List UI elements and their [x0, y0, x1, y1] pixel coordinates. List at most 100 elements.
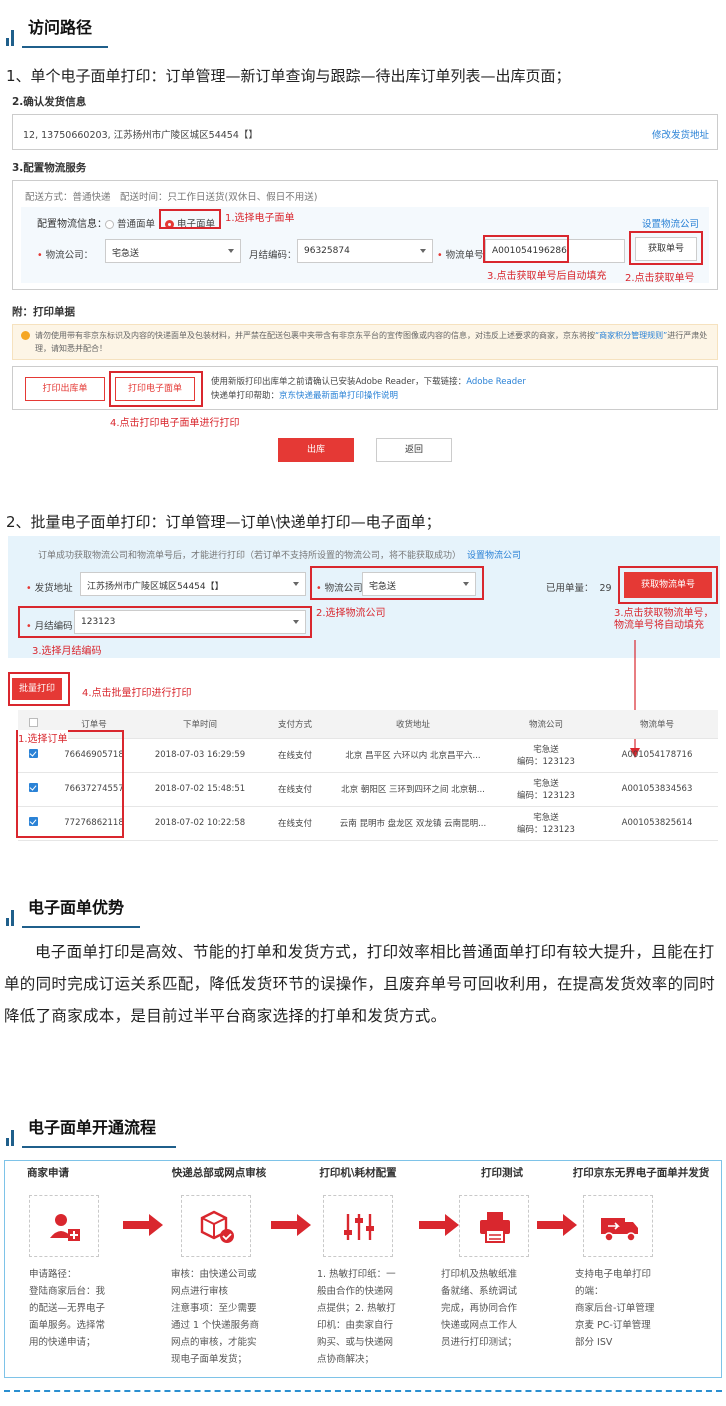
setup-logistics-link[interactable]: 设置物流公司 — [467, 551, 521, 561]
advantages-body: 电子面单打印是高效、节能的打单和发货方式，打印效率相比普通面单打印有较大提升，且… — [4, 943, 716, 1025]
section-underline — [22, 46, 108, 48]
cell-time: 2018-07-02 10:22:58 — [140, 806, 260, 841]
highlight-get-number — [629, 231, 703, 265]
instruction-line-1: 1、单个电子面单打印：订单管理—新订单查询与跟踪—待出库订单列表—出库页面； — [6, 67, 571, 85]
warning-icon — [21, 331, 30, 340]
help-doc-link[interactable]: 京东快递最新面单打印操作说明 — [279, 391, 398, 401]
add-user-icon — [50, 1214, 80, 1241]
address-text: 12, 13750660203, 江苏扬州市广陵区城区54454【】 — [23, 130, 258, 141]
print-panel: 打印出库单 打印电子面单 使用新版打印出库单之前请确认已安装Adobe Read… — [12, 366, 718, 410]
step-apply: 商家申请 申请路径： 登陆商家后台：我 的配送—无界电子 面单服务。选择常 用的… — [5, 1161, 135, 1379]
cell-company: 宅急送 编码：123123 — [496, 806, 596, 841]
out-button[interactable]: 出库 — [278, 438, 354, 462]
section-header-process: 电子面单开通流程 — [0, 1108, 726, 1148]
cell-time: 2018-07-03 16:29:59 — [140, 738, 260, 773]
section-bars-icon — [6, 1128, 20, 1146]
cell-pay: 在线支付 — [260, 806, 330, 841]
chevron-down-icon — [420, 249, 426, 253]
section-title: 电子面单优势 — [28, 898, 125, 917]
cell-company: 宅急送 编码：123123 — [496, 772, 596, 807]
ship-addr-select[interactable]: 江苏扬州市广陵区城区54454【】 — [80, 572, 306, 596]
section-bars-icon — [6, 908, 20, 926]
note-select-company: 2.选择物流公司 — [316, 608, 386, 619]
note-select-e: 1.选择电子面单 — [225, 213, 295, 224]
highlight-print-e — [109, 371, 203, 407]
note-autofill-b: 物流单号将自动填充 — [614, 620, 704, 631]
section-title: 访问路径 — [28, 18, 93, 37]
cell-waybill: A001053825614 — [596, 806, 718, 841]
monthly-select[interactable]: 96325874 — [297, 239, 433, 263]
step-printer-config: 打印机\耗材配置 1. 热敏打印纸：一 般由合作的快递网 点提供；2. 热敏打 … — [303, 1161, 433, 1379]
step-text: 审核：由快递公司或 网点进行审核 注意事项：至少需要 通过 1 个快递服务商 网… — [171, 1269, 260, 1365]
print-out-button[interactable]: 打印出库单 — [25, 377, 105, 401]
help-line-1: 使用新版打印出库单之前请确认已安装Adobe Reader，下载链接：Adobe… — [211, 375, 526, 387]
step-ship: 打印京东无界电子面单并发货 支持电子电单打印 的端： 商家后台-订单管理 京麦 … — [571, 1161, 721, 1379]
note-select-monthly: 3.选择月结编码 — [32, 646, 102, 657]
ship-addr-label: • 发货地址 — [26, 580, 73, 594]
cell-addr: 北京 昌平区 六环以内 北京昌平六... — [330, 738, 496, 773]
warning-banner: 请勿使用带有非京东标识及内容的快递面单及包装材料，并严禁在配送包裹中夹带含有非京… — [12, 324, 718, 360]
section-underline — [22, 926, 140, 928]
help1-text: 使用新版打印出库单之前请确认已安装Adobe Reader，下载链接： — [211, 377, 467, 387]
batch-tip: 订单成功获取物流公司和物流单号后，才能进行打印（若订单不支持所设置的物流公司，将… — [38, 548, 521, 561]
step-title: 打印京东无界电子面单并发货 — [572, 1167, 710, 1179]
monthly-value: 96325874 — [304, 246, 350, 256]
step-text: 支持电子电单打印 的端： 商家后台-订单管理 京麦 PC-订单管理 部分 ISV — [575, 1269, 655, 1348]
warning-link[interactable]: “商家积分管理规则” — [595, 331, 667, 340]
adobe-link[interactable]: Adobe Reader — [466, 377, 526, 387]
logistics-title: 3.配置物流服务 — [12, 162, 87, 174]
bottom-dashed-divider — [4, 1390, 722, 1392]
cell-pay: 在线支付 — [260, 738, 330, 773]
company-label: • 物流公司： — [37, 247, 93, 261]
highlight-radio-e — [159, 209, 221, 229]
radio-normal[interactable]: 普通面单 — [105, 216, 155, 230]
warning-text: 请勿使用带有非京东标识及内容的快递面单及包装材料，并严禁在配送包裹中夹带含有非京… — [35, 329, 709, 355]
edit-address-link[interactable]: 修改发货地址 — [652, 127, 709, 141]
section-title: 电子面单开通流程 — [28, 1118, 157, 1137]
step-title: 商家申请 — [27, 1167, 69, 1179]
step-text: 1. 热敏打印纸：一 般由合作的快递网 点提供；2. 热敏打 印机：由卖家自行 … — [317, 1269, 396, 1365]
radio-normal-label: 普通面单 — [117, 219, 156, 230]
note-batch-print: 4.点击批量打印进行打印 — [82, 688, 192, 699]
step-icon-box — [459, 1195, 529, 1257]
company-select[interactable]: 宅急送 — [362, 572, 476, 596]
chevron-down-icon — [228, 249, 234, 253]
setup-logistics-link[interactable]: 设置物流公司 — [642, 216, 699, 230]
company-label-text: 物流公司 — [324, 583, 363, 594]
highlight-batch-print — [8, 672, 70, 706]
company-select[interactable]: 宅急送 — [105, 239, 241, 263]
cell-waybill: A001053834563 — [596, 772, 718, 807]
back-button[interactable]: 返回 — [376, 438, 452, 462]
screenshot-single-print: 2.确认发货信息 12, 13750660203, 江苏扬州市广陵区城区5445… — [8, 88, 722, 468]
th-addr: 收货地址 — [330, 710, 496, 739]
note-autofill-a: 3.点击获取物流单号， — [614, 608, 714, 619]
ship-addr-label-text: 发货地址 — [34, 583, 73, 594]
th-time: 下单时间 — [140, 710, 260, 739]
section-bars-icon — [6, 28, 20, 46]
required-star-icon: • — [37, 250, 43, 261]
batch-top-panel: 订单成功获取物流公司和物流单号后，才能进行打印（若订单不支持所设置的物流公司，将… — [8, 536, 720, 658]
address-box: 12, 13750660203, 江苏扬州市广陵区城区54454【】 修改发货地… — [12, 114, 718, 150]
help2-text: 快递单打印帮助： — [211, 391, 280, 401]
required-star-icon: • — [26, 583, 32, 594]
company-name: 宅急送 — [533, 779, 559, 789]
print-title: 附：打印单据 — [12, 306, 75, 318]
required-star-icon: • — [316, 583, 322, 594]
screenshot-batch-print: 订单成功获取物流公司和物流单号后，才能进行打印（若订单不支持所设置的物流公司，将… — [8, 536, 722, 848]
confirm-title: 2.确认发货信息 — [12, 96, 87, 108]
company-name: 宅急送 — [533, 745, 559, 755]
package-check-icon — [200, 1210, 234, 1243]
truck-icon — [601, 1218, 638, 1242]
highlight-waybill — [483, 235, 569, 263]
cell-waybill: A001054178716 — [596, 738, 718, 773]
highlight-monthly — [18, 606, 312, 638]
monthly-label: 月结编码： — [249, 250, 297, 261]
step-text: 申请路径： 登陆商家后台：我 的配送—无界电子 面单服务。选择常 用的快递申请； — [29, 1269, 106, 1348]
note-autofill: 3.点击获取单号后自动填充 — [487, 271, 607, 282]
step-icon-box — [29, 1195, 99, 1257]
step-print-test: 打印测试 打印机及热敏纸准 备就绪、系统调试 完成，再协同合作 快递或网点工作人… — [437, 1161, 567, 1379]
delivery-info: 配送方式：普通快递 配送时间：只工作日送货(双休日、假日不用送) — [25, 192, 318, 203]
config-label: 配置物流信息： — [37, 219, 107, 230]
radio-off-icon — [105, 220, 114, 229]
step-text: 打印机及热敏纸准 备就绪、系统调试 完成，再协同合作 快递或网点工作人 员进行打… — [441, 1269, 518, 1348]
